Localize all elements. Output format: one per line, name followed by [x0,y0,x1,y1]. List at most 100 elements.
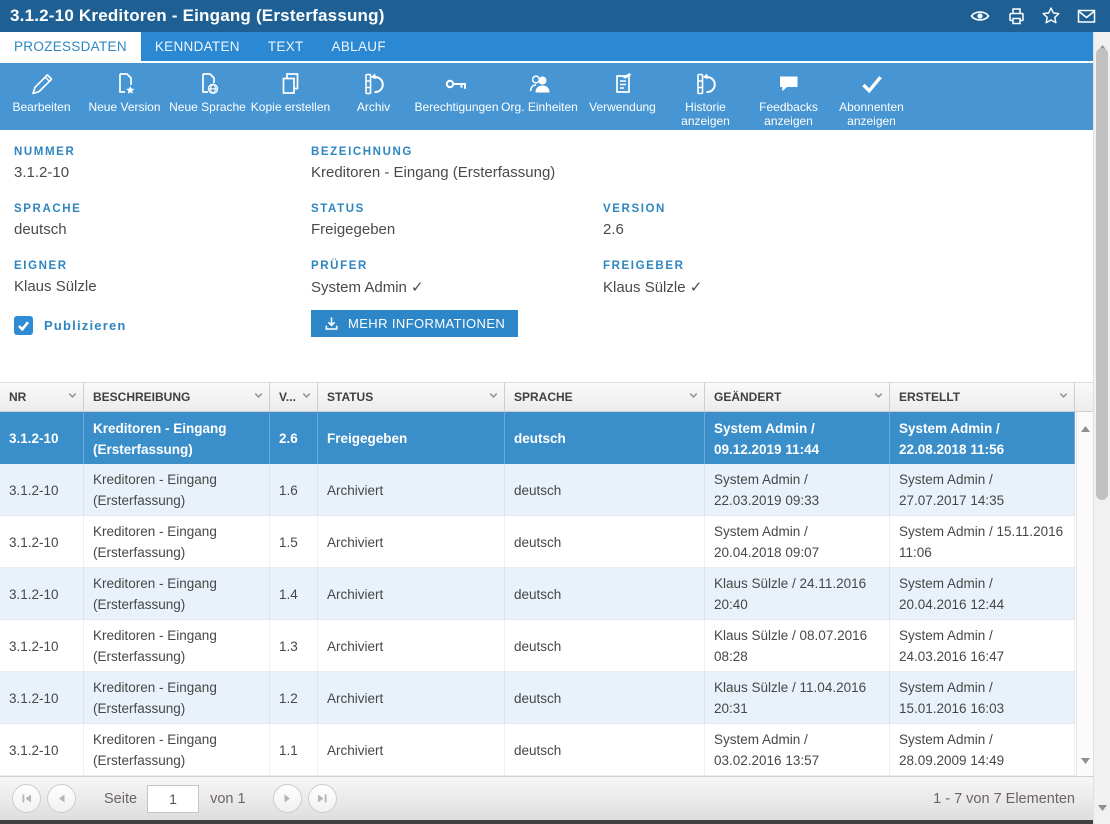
cell-geaendert: Klaus Sülzle / 08.07.2016 08:28 [705,620,890,671]
cell-version: 1.6 [270,464,318,515]
eigner-value: Klaus Sülzle [14,278,311,295]
page-scrollbar[interactable] [1093,32,1110,824]
cell-nr: 3.1.2-10 [0,464,84,515]
column-chevron-down-icon[interactable] [1058,390,1069,404]
table-row[interactable]: 3.1.2-10 Kreditoren - Eingang (Ersterfas… [0,620,1075,672]
table-row[interactable]: 3.1.2-10 Kreditoren - Eingang (Ersterfas… [0,672,1075,724]
cell-geaendert: Klaus Sülzle / 11.04.2016 20:31 [705,672,890,723]
toolbar-historie-anzeigen-button[interactable]: Historie anzeigen [664,70,747,130]
toolbar-berechtigungen-button[interactable]: Berechtigungen [415,70,498,130]
eye-icon[interactable] [969,6,991,26]
column-header-nr[interactable]: NR [0,383,84,411]
publizieren-checkbox[interactable] [14,316,33,335]
column-chevron-down-icon[interactable] [488,390,499,404]
column-header-status[interactable]: STATUS [318,383,505,411]
tab-ablauf[interactable]: ABLAUF [318,32,400,61]
bezeichnung-value: Kreditoren - Eingang (Ersterfassung) [311,164,603,181]
tab-text[interactable]: TEXT [254,32,318,61]
toolbar-abonnenten-anzeigen-button[interactable]: Abonnenten anzeigen [830,70,913,130]
status-value: Freigegeben [311,221,603,238]
column-chevron-down-icon[interactable] [301,390,312,404]
cell-erstellt: System Admin / 15.01.2016 16:03 [890,672,1075,723]
column-header-beschreibung[interactable]: BESCHREIBUNG [84,383,270,411]
nummer-value: 3.1.2-10 [14,164,311,181]
column-header-filler [1075,383,1093,411]
scrollbar-thumb[interactable] [1096,48,1108,500]
tab-kenndaten[interactable]: KENNDATEN [141,32,254,61]
previous-page-button[interactable] [47,784,76,813]
column-header-geaendert[interactable]: GEÄNDERT [705,383,890,411]
cell-sprache: deutsch [505,464,705,515]
cell-sprache: deutsch [505,516,705,567]
toolbar-bearbeiten-button[interactable]: Bearbeiten [0,70,83,130]
checkmark-icon [859,70,885,98]
process-details: NUMMER 3.1.2-10 BEZEICHNUNG Kreditoren -… [0,130,1093,382]
nummer-label: NUMMER [14,146,311,158]
column-header-sprache[interactable]: SPRACHE [505,383,705,411]
eigner-label: EIGNER [14,260,311,272]
column-header-erstellt[interactable]: ERSTELLT [890,383,1075,411]
toolbar-neue-version-button[interactable]: Neue Version [83,70,166,130]
page-number-input[interactable] [147,785,199,813]
cell-nr: 3.1.2-10 [0,724,84,775]
last-page-button[interactable] [308,784,337,813]
versions-table: NR BESCHREIBUNG V... STATUS SPRACHE GEÄN… [0,382,1093,776]
tab-prozessdaten[interactable]: PROZESSDATEN [0,32,141,61]
cell-beschreibung: Kreditoren - Eingang (Ersterfassung) [84,724,270,775]
archive-restore-icon [361,70,387,98]
cell-erstellt: System Admin / 24.03.2016 16:47 [890,620,1075,671]
cell-erstellt: System Admin / 27.07.2017 14:35 [890,464,1075,515]
table-row[interactable]: 3.1.2-10 Kreditoren - Eingang (Ersterfas… [0,724,1075,776]
next-page-button[interactable] [273,784,302,813]
table-row[interactable]: 3.1.2-10 Kreditoren - Eingang (Ersterfas… [0,412,1075,464]
freigeber-value: Klaus Sülzle ✓ [603,278,1093,296]
column-chevron-down-icon[interactable] [873,390,884,404]
history-icon [693,70,719,98]
print-icon[interactable] [1006,6,1026,26]
toolbar-archiv-button[interactable]: Archiv [332,70,415,130]
toolbar-org-einheiten-button[interactable]: Org. Einheiten [498,70,581,130]
column-chevron-down-icon[interactable] [253,390,264,404]
toolbar-feedbacks-anzeigen-button[interactable]: Feedbacks anzeigen [747,70,830,130]
cell-nr: 3.1.2-10 [0,620,84,671]
column-chevron-down-icon[interactable] [688,390,699,404]
cell-version: 1.4 [270,568,318,619]
results-summary: 1 - 7 von 7 Elementen [933,791,1081,807]
cell-sprache: deutsch [505,672,705,723]
scroll-down-icon[interactable] [1098,798,1107,816]
mehr-informationen-label: MEHR INFORMATIONEN [348,316,505,331]
table-scrollbar[interactable] [1076,412,1093,776]
column-chevron-down-icon[interactable] [67,390,78,404]
version-value: 2.6 [603,221,1093,238]
toolbar-neue-sprache-button[interactable]: Neue Sprache [166,70,249,130]
cell-sprache: deutsch [505,412,705,464]
mail-icon[interactable] [1076,6,1097,26]
pencil-icon [29,70,55,98]
table-row[interactable]: 3.1.2-10 Kreditoren - Eingang (Ersterfas… [0,516,1075,568]
document-language-icon [195,70,221,98]
star-icon[interactable] [1041,6,1061,26]
toolbar-kopie-erstellen-button[interactable]: Kopie erstellen [249,70,332,130]
key-icon [444,70,470,98]
first-page-button[interactable] [12,784,41,813]
mehr-informationen-button[interactable]: MEHR INFORMATIONEN [311,310,518,337]
toolbar-verwendung-button[interactable]: Verwendung [581,70,664,130]
tab-bar: PROZESSDATEN KENNDATEN TEXT ABLAUF [0,32,1093,63]
cell-beschreibung: Kreditoren - Eingang (Ersterfassung) [84,412,270,464]
table-row[interactable]: 3.1.2-10 Kreditoren - Eingang (Ersterfas… [0,464,1075,516]
cell-nr: 3.1.2-10 [0,516,84,567]
von-label: von 1 [210,791,245,807]
window-bottom-edge [0,820,1093,824]
scroll-up-icon[interactable] [1081,419,1090,437]
cell-version: 1.3 [270,620,318,671]
column-header-version[interactable]: V... [270,383,318,411]
cell-status: Archiviert [318,724,505,775]
title-bar: 3.1.2-10 Kreditoren - Eingang (Ersterfas… [0,0,1110,32]
document-new-version-icon [112,70,138,98]
table-row[interactable]: 3.1.2-10 Kreditoren - Eingang (Ersterfas… [0,568,1075,620]
cell-beschreibung: Kreditoren - Eingang (Ersterfassung) [84,568,270,619]
cell-beschreibung: Kreditoren - Eingang (Ersterfassung) [84,620,270,671]
cell-sprache: deutsch [505,620,705,671]
scroll-down-icon[interactable] [1081,751,1090,769]
cell-geaendert: System Admin / 03.02.2016 13:57 [705,724,890,775]
